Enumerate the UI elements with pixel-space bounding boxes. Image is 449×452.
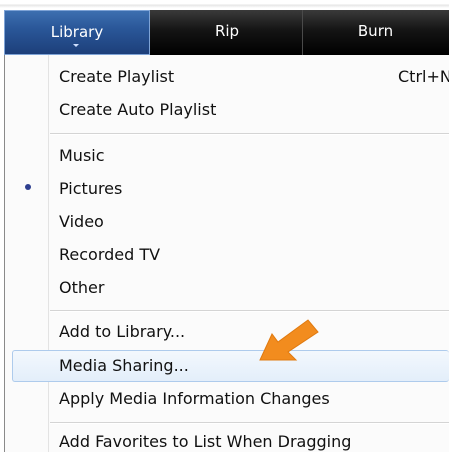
menu-item-pictures[interactable]: Pictures xyxy=(59,179,122,198)
menu-item-add-favorites-when-dragging[interactable]: Add Favorites to List When Dragging xyxy=(59,432,351,451)
chevron-down-icon xyxy=(73,44,79,47)
menu-item-create-playlist[interactable]: Create Playlist xyxy=(59,67,174,86)
menu-item-create-auto-playlist[interactable]: Create Auto Playlist xyxy=(59,100,216,119)
menu-item-recorded-tv[interactable]: Recorded TV xyxy=(59,245,160,264)
tab-burn[interactable]: Burn xyxy=(302,10,449,55)
menu-item-apply-media-info-changes[interactable]: Apply Media Information Changes xyxy=(59,389,330,408)
menu-item-shortcut: Ctrl+N xyxy=(398,67,449,86)
menu-item-media-sharing[interactable]: Media Sharing... xyxy=(59,356,189,375)
orange-arrow-icon xyxy=(258,318,328,366)
tab-rip[interactable]: Rip xyxy=(152,10,302,55)
menu-separator-highlight xyxy=(50,423,449,424)
menu-item-video[interactable]: Video xyxy=(59,212,104,231)
menu-gutter xyxy=(48,55,49,452)
menu-item-add-to-library[interactable]: Add to Library... xyxy=(59,322,185,341)
tab-burn-label: Burn xyxy=(357,22,394,40)
menu-separator-highlight xyxy=(50,311,449,312)
tab-library-label: Library xyxy=(50,23,104,41)
tab-rip-label: Rip xyxy=(214,22,240,40)
menu-item-other[interactable]: Other xyxy=(59,278,104,297)
radio-selected-icon xyxy=(25,184,31,190)
menu-separator-highlight xyxy=(50,134,449,135)
menu-item-music[interactable]: Music xyxy=(59,146,105,165)
tab-library[interactable]: Library xyxy=(4,10,150,55)
